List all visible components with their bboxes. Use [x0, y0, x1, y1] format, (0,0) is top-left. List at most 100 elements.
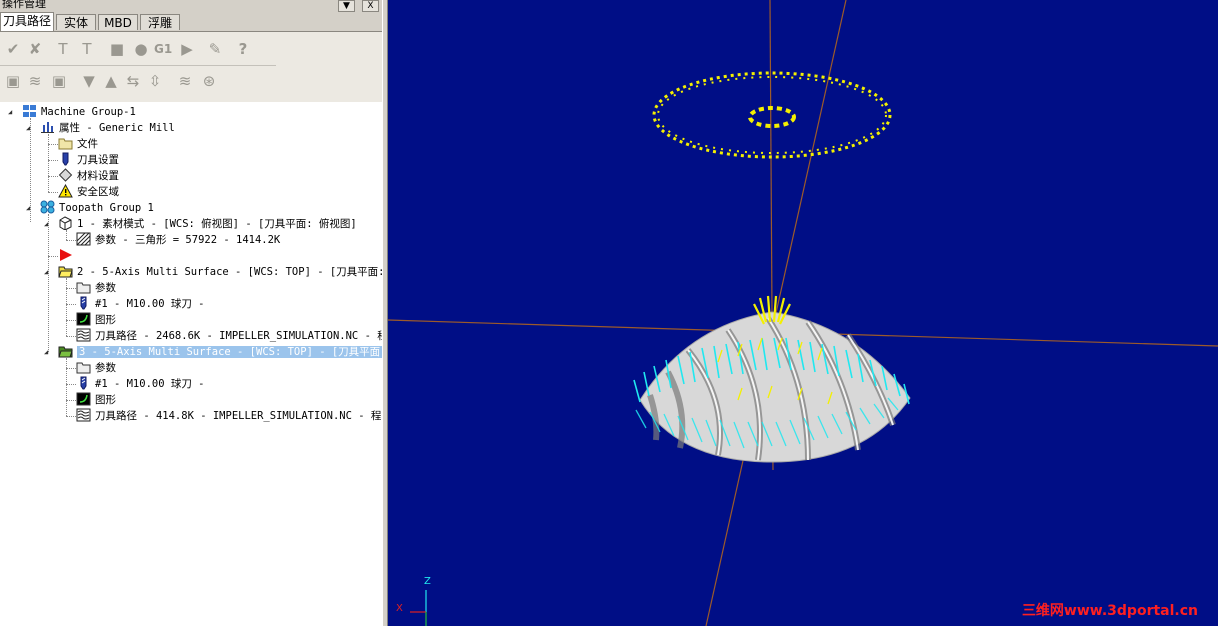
axis-label-z: Z [424, 576, 431, 587]
simulate-backplot-icon[interactable]: G1 [154, 40, 172, 58]
watermark-text: 三维网www.3dportal.cn [1021, 603, 1198, 619]
lock-icon[interactable]: ▣ [4, 72, 22, 90]
operation-folder-selected-icon [58, 346, 73, 358]
tree-item-label: 图形 [95, 314, 116, 326]
collapse-icon[interactable]: ◢ [8, 108, 16, 116]
operation-folder-icon [58, 266, 73, 278]
tree-item-op3-geometry[interactable]: 图形 [76, 392, 116, 408]
tree-item-stock-params[interactable]: 参数 - 三角形 = 57922 - 1414.2K [76, 232, 280, 248]
tree-item-machine-group[interactable]: ◢ Machine Group-1 [8, 104, 136, 120]
stop-icon[interactable]: ■ [108, 40, 126, 58]
tree-item-operation-1[interactable]: ◢ 1 - 素材模式 - [WCS: 俯视图] - [刀具平面: 俯视图] [44, 216, 357, 232]
tree-item-op3-tool[interactable]: #1 - M10.00 球刀 - [76, 376, 205, 392]
tree-item-label: 文件 [77, 138, 98, 150]
tree-item-safety-zone[interactable]: 安全区域 [58, 184, 119, 200]
ball-tool-icon [80, 376, 87, 390]
graphics-viewport[interactable]: Z X 三维网www.3dportal.cn [388, 0, 1218, 626]
move-up-icon[interactable]: ▲ [102, 72, 120, 90]
post-icon[interactable]: ▶ [178, 40, 196, 58]
tree-item-op2-tool[interactable]: #1 - M10.00 球刀 - [76, 296, 205, 312]
tree-item-label: 刀具设置 [77, 154, 119, 166]
tree-item-operation-2[interactable]: ◢ 2 - 5-Axis Multi Surface - [WCS: TOP] … [44, 264, 385, 280]
toolpath-group-icon [40, 200, 55, 214]
operations-toolbars: ✔ ✘ T T ■ ● G1 ▶ ✎ ? ▣ ≋ ▣ ▼ ▲ ⇆ ⇳ ≋ ⊛ [0, 32, 386, 102]
params-folder-icon [76, 362, 91, 374]
tab-mbd[interactable]: MBD [98, 14, 138, 30]
tree-item-label: 参数 - 三角形 = 57922 - 1414.2K [95, 234, 281, 246]
insert-arrow-icon[interactable]: ⇆ [124, 72, 142, 90]
tree-item-label: #1 - M10.00 球刀 - [95, 378, 205, 390]
tree-item-label: 参数 [95, 282, 116, 294]
tab-solids[interactable]: 实体 [56, 14, 96, 30]
operations-manager-panel: 操作管理 ▼ X 刀具路径 实体 MBD 浮雕 ✔ ✘ T T ■ ● G1 ▶… [0, 0, 386, 626]
tree-item-label: 材料设置 [77, 170, 119, 182]
axis-label-x: X [396, 603, 403, 614]
high-feed-icon[interactable]: ✎ [206, 40, 224, 58]
properties-icon [41, 122, 54, 133]
single-display-icon[interactable]: ≋ [176, 72, 194, 90]
select-all-icon[interactable]: ✔ [4, 40, 22, 58]
yellow-toolpath-ring [652, 71, 892, 159]
tree-item-op3-params[interactable]: 参数 [76, 360, 116, 376]
tree-item-properties[interactable]: ◢ 属性 - Generic Mill [26, 120, 175, 136]
material-settings-icon [58, 168, 73, 182]
move-down-icon[interactable]: ▼ [80, 72, 98, 90]
stock-model-icon [59, 216, 72, 230]
toggle-display-group-icon[interactable]: ⊛ [200, 72, 218, 90]
tree-item-files[interactable]: 文件 [58, 136, 98, 152]
tab-relief[interactable]: 浮雕 [140, 14, 180, 30]
toolpath-wave-icon [76, 408, 91, 422]
geometry-icon [76, 312, 91, 326]
tree-item-op2-geometry[interactable]: 图形 [76, 312, 116, 328]
toggle-display-icon[interactable]: ≋ [26, 72, 44, 90]
panel-title: 操作管理 [2, 0, 46, 10]
tree-item-label: 图形 [95, 394, 116, 406]
scroll-icon[interactable]: ⇳ [146, 72, 164, 90]
verify-icon[interactable]: ● [132, 40, 150, 58]
tab-toolpaths[interactable]: 刀具路径 [0, 12, 54, 31]
collapse-icon[interactable]: ◢ [44, 348, 52, 356]
tree-item-label: 1 - 素材模式 - [WCS: 俯视图] - [刀具平面: 俯视图] [77, 218, 357, 230]
ball-tool-icon [80, 296, 87, 310]
tree-item-material-settings[interactable]: 材料设置 [58, 168, 119, 184]
viewport-scene [388, 0, 1218, 626]
tree-item-label: 属性 - Generic Mill [59, 122, 175, 134]
folder-icon [58, 138, 73, 150]
tree-item-label: 刀具路径 - 2468.6K - IMPELLER_SIMULATION.NC … [95, 330, 386, 342]
collapse-icon[interactable]: ◢ [26, 124, 34, 132]
toolbar-separator [0, 65, 276, 66]
regenerate-dirty-icon[interactable]: T [78, 40, 96, 58]
impeller-model [633, 295, 911, 463]
tree-item-op2-toolpath[interactable]: 刀具路径 - 2468.6K - IMPELLER_SIMULATION.NC … [76, 328, 386, 344]
tree-item-label: 参数 [95, 362, 116, 374]
geometry-icon [76, 392, 91, 406]
panel-dropdown-button[interactable]: ▼ [338, 0, 355, 12]
tree-item-label: 3 - 5-Axis Multi Surface - [WCS: TOP] - … [77, 346, 383, 358]
operations-tree: ◢ Machine Group-1 ◢ 属性 - Generic Mill 文件… [0, 102, 386, 626]
tree-item-op3-toolpath[interactable]: 刀具路径 - 414.8K - IMPELLER_SIMULATION.NC -… [76, 408, 381, 424]
regenerate-all-icon[interactable]: T [54, 40, 72, 58]
tree-item-label: 安全区域 [77, 186, 119, 198]
params-folder-icon [76, 282, 91, 294]
panel-titlebar: 操作管理 ▼ X [0, 0, 386, 13]
machine-group-icon [23, 105, 36, 117]
help-icon[interactable]: ? [234, 40, 252, 58]
tree-item-label: Toopath Group 1 [59, 202, 154, 214]
panel-close-button[interactable]: X [362, 0, 379, 12]
collapse-icon[interactable]: ◢ [26, 204, 34, 212]
tree-item-toolpath-group[interactable]: ◢ Toopath Group 1 [26, 200, 154, 216]
lock-post-icon[interactable]: ▣ [50, 72, 68, 90]
tree-item-insert-arrow[interactable] [58, 248, 77, 264]
tree-item-label: 刀具路径 - 414.8K - IMPELLER_SIMULATION.NC -… [95, 410, 382, 422]
tool-settings-icon [62, 152, 69, 166]
tree-item-op2-params[interactable]: 参数 [76, 280, 116, 296]
tree-item-label: 2 - 5-Axis Multi Surface - [WCS: TOP] - … [77, 266, 385, 278]
insert-arrow-flag-icon [60, 249, 72, 261]
collapse-icon[interactable]: ◢ [44, 220, 52, 228]
select-invalid-icon[interactable]: ✘ [26, 40, 44, 58]
tree-item-operation-3[interactable]: ◢ 3 - 5-Axis Multi Surface - [WCS: TOP] … [44, 344, 383, 360]
tree-item-tool-settings[interactable]: 刀具设置 [58, 152, 119, 168]
collapse-icon[interactable]: ◢ [44, 268, 52, 276]
panel-tabbar: 刀具路径 实体 MBD 浮雕 [0, 12, 386, 32]
axis-triad [410, 590, 427, 626]
